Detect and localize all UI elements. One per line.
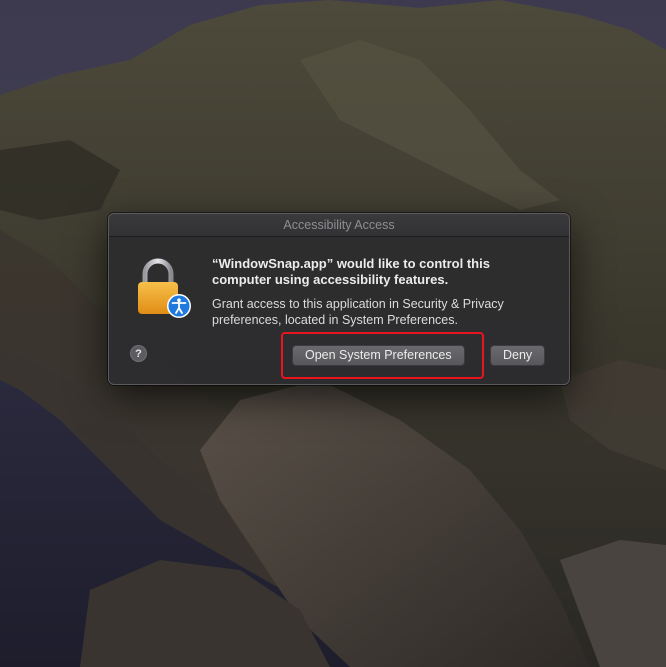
deny-button[interactable]: Deny <box>490 345 546 366</box>
dialog-message: Grant access to this application in Secu… <box>212 296 552 328</box>
lock-accessibility-icon <box>135 258 193 320</box>
message-line-1: Grant access to this application in Secu… <box>212 297 504 311</box>
dialog-title: Accessibility Access <box>109 214 569 237</box>
heading-line-2: computer using accessibility features. <box>212 272 449 287</box>
dialog-heading: “WindowSnap.app” would like to control t… <box>212 256 532 288</box>
message-line-2: preferences, located in System Preferenc… <box>212 313 458 327</box>
help-button[interactable]: ? <box>130 345 147 362</box>
highlight-box <box>281 332 484 379</box>
heading-line-1: “WindowSnap.app” would like to control t… <box>212 256 490 271</box>
